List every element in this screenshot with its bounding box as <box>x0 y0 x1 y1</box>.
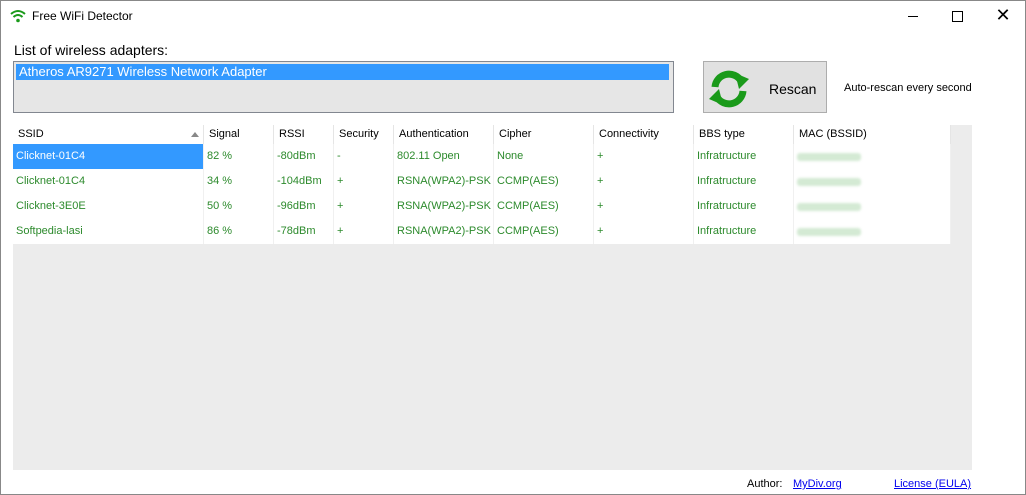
table-row[interactable]: Softpedia-lasi 86 % -78dBm + RSNA(WPA2)-… <box>13 219 951 244</box>
cell-ssid: Clicknet-3E0E <box>13 194 204 219</box>
cell-rssi: -104dBm <box>274 169 334 194</box>
column-header-label: Connectivity <box>599 128 659 140</box>
cell-cipher: CCMP(AES) <box>494 219 594 244</box>
cell-connectivity: + <box>594 194 694 219</box>
auto-rescan-label: Auto-rescan every second <box>844 82 972 94</box>
cell-mac-redacted <box>794 169 951 194</box>
networks-table[interactable]: SSID Signal RSSI Security Authentication… <box>13 125 972 470</box>
blurred-mac <box>797 178 861 186</box>
refresh-icon <box>709 70 749 108</box>
cell-rssi: -78dBm <box>274 219 334 244</box>
cell-bbs-type: Infratructure <box>694 219 794 244</box>
cell-connectivity: + <box>594 169 694 194</box>
close-button[interactable]: ✕ <box>980 1 1026 31</box>
wifi-icon <box>10 10 26 23</box>
cell-authentication: RSNA(WPA2)-PSK <box>394 219 494 244</box>
sort-ascending-icon <box>191 132 199 137</box>
cell-security: + <box>334 169 394 194</box>
blurred-mac <box>797 153 861 161</box>
column-header-label: Authentication <box>399 128 469 140</box>
rescan-button[interactable]: Rescan <box>703 61 827 113</box>
cell-ssid: Softpedia-lasi <box>13 219 204 244</box>
cell-security: + <box>334 194 394 219</box>
column-header-label: BBS type <box>699 128 745 140</box>
cell-rssi: -80dBm <box>274 144 334 169</box>
cell-mac-redacted <box>794 144 951 169</box>
column-header-signal[interactable]: Signal <box>204 125 274 144</box>
cell-cipher: CCMP(AES) <box>494 194 594 219</box>
cell-authentication: RSNA(WPA2)-PSK <box>394 194 494 219</box>
cell-security: + <box>334 219 394 244</box>
table-row[interactable]: Clicknet-01C4 82 % -80dBm - 802.11 Open … <box>13 144 951 169</box>
column-header-mac[interactable]: MAC (BSSID) <box>794 125 951 144</box>
cell-bbs-type: Infratructure <box>694 144 794 169</box>
blurred-mac <box>797 228 861 236</box>
maximize-button[interactable] <box>934 1 980 31</box>
cell-signal: 86 % <box>204 219 274 244</box>
cell-bbs-type: Infratructure <box>694 169 794 194</box>
cell-authentication: RSNA(WPA2)-PSK <box>394 169 494 194</box>
cell-connectivity: + <box>594 144 694 169</box>
adapters-listbox[interactable]: Atheros AR9271 Wireless Network Adapter <box>13 61 674 113</box>
column-header-rssi[interactable]: RSSI <box>274 125 334 144</box>
cell-bbs-type: Infratructure <box>694 194 794 219</box>
column-header-label: Signal <box>209 128 240 140</box>
author-link[interactable]: MyDiv.org <box>793 478 842 490</box>
table-row[interactable]: Clicknet-3E0E 50 % -96dBm + RSNA(WPA2)-P… <box>13 194 951 219</box>
window-title: Free WiFi Detector <box>32 9 133 23</box>
column-header-label: SSID <box>18 128 44 140</box>
column-header-connectivity[interactable]: Connectivity <box>594 125 694 144</box>
vertical-scrollbar-track[interactable] <box>951 125 972 470</box>
cell-security: - <box>334 144 394 169</box>
cell-ssid: Clicknet-01C4 <box>13 144 204 169</box>
column-header-label: Security <box>339 128 379 140</box>
close-icon: ✕ <box>995 5 1011 26</box>
title-bar[interactable]: Free WiFi Detector ✕ <box>1 1 1025 31</box>
column-header-label: MAC (BSSID) <box>799 128 867 140</box>
minimize-button[interactable] <box>890 1 936 31</box>
column-header-bbs-type[interactable]: BBS type <box>694 125 794 144</box>
cell-signal: 50 % <box>204 194 274 219</box>
table-header: SSID Signal RSSI Security Authentication… <box>13 125 951 144</box>
cell-authentication: 802.11 Open <box>394 144 494 169</box>
column-header-label: Cipher <box>499 128 532 140</box>
column-header-label: RSSI <box>279 128 305 140</box>
maximize-icon <box>951 10 963 22</box>
adapter-item[interactable]: Atheros AR9271 Wireless Network Adapter <box>16 64 669 80</box>
cell-signal: 82 % <box>204 144 274 169</box>
cell-signal: 34 % <box>204 169 274 194</box>
license-link[interactable]: License (EULA) <box>894 478 971 490</box>
rescan-label: Rescan <box>769 81 817 97</box>
column-header-ssid[interactable]: SSID <box>13 125 204 144</box>
minimize-icon <box>908 15 918 17</box>
column-header-security[interactable]: Security <box>334 125 394 144</box>
cell-mac-redacted <box>794 194 951 219</box>
author-label: Author: <box>747 478 783 490</box>
app-window: Free WiFi Detector ✕ List of wireless ad… <box>0 0 1026 495</box>
cell-rssi: -96dBm <box>274 194 334 219</box>
blurred-mac <box>797 203 861 211</box>
cell-ssid: Clicknet-01C4 <box>13 169 204 194</box>
cell-mac-redacted <box>794 219 951 244</box>
cell-connectivity: + <box>594 219 694 244</box>
table-row[interactable]: Clicknet-01C4 34 % -104dBm + RSNA(WPA2)-… <box>13 169 951 194</box>
column-header-authentication[interactable]: Authentication <box>394 125 494 144</box>
column-header-cipher[interactable]: Cipher <box>494 125 594 144</box>
cell-cipher: None <box>494 144 594 169</box>
cell-cipher: CCMP(AES) <box>494 169 594 194</box>
adapters-label: List of wireless adapters: <box>14 42 169 58</box>
